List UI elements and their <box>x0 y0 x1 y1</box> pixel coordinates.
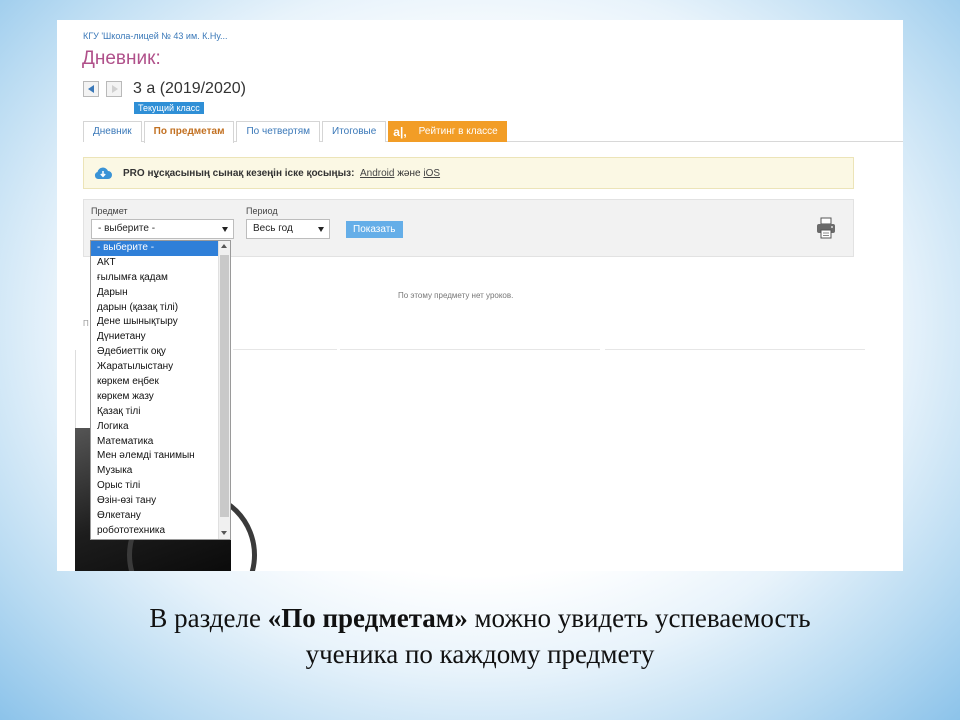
dropdown-scrollbar[interactable] <box>218 241 230 539</box>
dropdown-option[interactable]: Дене шынықтыру <box>91 315 219 330</box>
faint-label: П <box>83 319 89 328</box>
dropdown-option[interactable]: Әдебиеттік оқу <box>91 345 219 360</box>
subject-label: Предмет <box>91 206 128 216</box>
android-link[interactable]: Android <box>360 168 394 179</box>
dropdown-option[interactable]: Қазақ тілі <box>91 405 219 420</box>
notice-text: PRO нұсқасының сынақ кезеңін іске қосыңы… <box>123 168 355 179</box>
dropdown-option[interactable]: көркем жазу <box>91 390 219 405</box>
dropdown-option[interactable]: Жаратылыстану <box>91 360 219 375</box>
ios-link[interactable]: iOS <box>423 168 440 179</box>
divider <box>233 349 337 350</box>
dropdown-option[interactable]: дарын (қазақ тілі) <box>91 301 219 316</box>
cloud-download-icon <box>94 167 112 179</box>
tab-bar: Дневник По предметам По четвертям Итогов… <box>83 121 509 143</box>
rating-logo-icon: a|, <box>393 125 407 139</box>
slide-caption: В разделе «По предметам» можно увидеть у… <box>0 600 960 672</box>
dropdown-option[interactable]: Математика <box>91 435 219 450</box>
scrollbar-thumb[interactable] <box>220 255 229 517</box>
class-name: 3 а (2019/2020) <box>133 80 246 97</box>
period-label: Период <box>246 206 278 216</box>
dropdown-option[interactable]: Өлкетану <box>91 509 219 524</box>
screenshot-panel: КГУ 'Школа-лицей № 43 им. К.Ну... Дневни… <box>57 20 903 571</box>
current-class-badge: Текущий класс <box>134 102 204 114</box>
show-button[interactable]: Показать <box>346 221 403 238</box>
caption-part2: можно увидеть успеваемость <box>467 603 811 633</box>
dropdown-option[interactable]: - выберите - <box>91 241 219 256</box>
dropdown-option[interactable]: Мен әлемді танимын <box>91 449 219 464</box>
dropdown-option[interactable]: ғылымға қадам <box>91 271 219 286</box>
subject-select-value: - выберите - <box>98 223 156 234</box>
caption-line2: ученика по каждому предмету <box>305 639 655 669</box>
dropdown-option[interactable]: Орыс тілі <box>91 479 219 494</box>
dropdown-option[interactable]: Дүниетану <box>91 330 219 345</box>
scroll-up-icon[interactable] <box>221 244 227 248</box>
school-name[interactable]: КГУ 'Школа-лицей № 43 им. К.Ну... <box>83 31 228 41</box>
dropdown-option[interactable]: робототехника <box>91 524 219 539</box>
tab-class-rating[interactable]: a|, Рейтинг в классе <box>388 121 507 142</box>
pro-notice: PRO нұсқасының сынақ кезеңін іске қосыңы… <box>83 157 854 189</box>
printer-icon[interactable] <box>814 216 838 240</box>
next-class-button[interactable] <box>106 81 122 97</box>
tab-by-quarter[interactable]: По четвертям <box>236 121 321 142</box>
chevron-down-icon <box>318 227 324 232</box>
caption-bold: «По предметам» <box>267 603 468 633</box>
tab-final[interactable]: Итоговые <box>322 121 387 142</box>
dropdown-option[interactable]: АКТ <box>91 256 219 271</box>
divider <box>340 349 600 350</box>
divider <box>605 349 865 350</box>
dropdown-option[interactable]: Музыка <box>91 464 219 479</box>
dropdown-option[interactable]: Өзін-өзі тану <box>91 494 219 509</box>
dropdown-option[interactable]: Логика <box>91 420 219 435</box>
subject-dropdown-list[interactable]: - выберите - АКТ ғылымға қадам Дарын дарын (… <box>90 240 231 540</box>
subject-select[interactable]: - выберите - <box>91 219 234 239</box>
chevron-down-icon <box>222 227 228 232</box>
empty-message: По этому предмету нет уроков. <box>398 291 514 300</box>
tab-by-subject[interactable]: По предметам <box>143 121 235 143</box>
prev-class-button[interactable] <box>83 81 99 97</box>
caption-part1: В разделе <box>149 603 268 633</box>
dropdown-options: - выберите - АКТ ғылымға қадам Дарын дарын (… <box>91 241 219 539</box>
page-title: Дневник: <box>82 48 161 69</box>
period-select-value: Весь год <box>253 223 293 234</box>
scroll-down-icon[interactable] <box>221 531 227 535</box>
dropdown-option[interactable]: Дарын <box>91 286 219 301</box>
notice-text-line: PRO нұсқасының сынақ кезеңін іске қосыңы… <box>123 168 440 179</box>
notice-conjunction: және <box>397 168 421 179</box>
tab-diary[interactable]: Дневник <box>83 121 142 142</box>
period-select[interactable]: Весь год <box>246 219 330 239</box>
dropdown-option[interactable]: көркем еңбек <box>91 375 219 390</box>
tab-class-rating-label: Рейтинг в классе <box>418 126 498 137</box>
